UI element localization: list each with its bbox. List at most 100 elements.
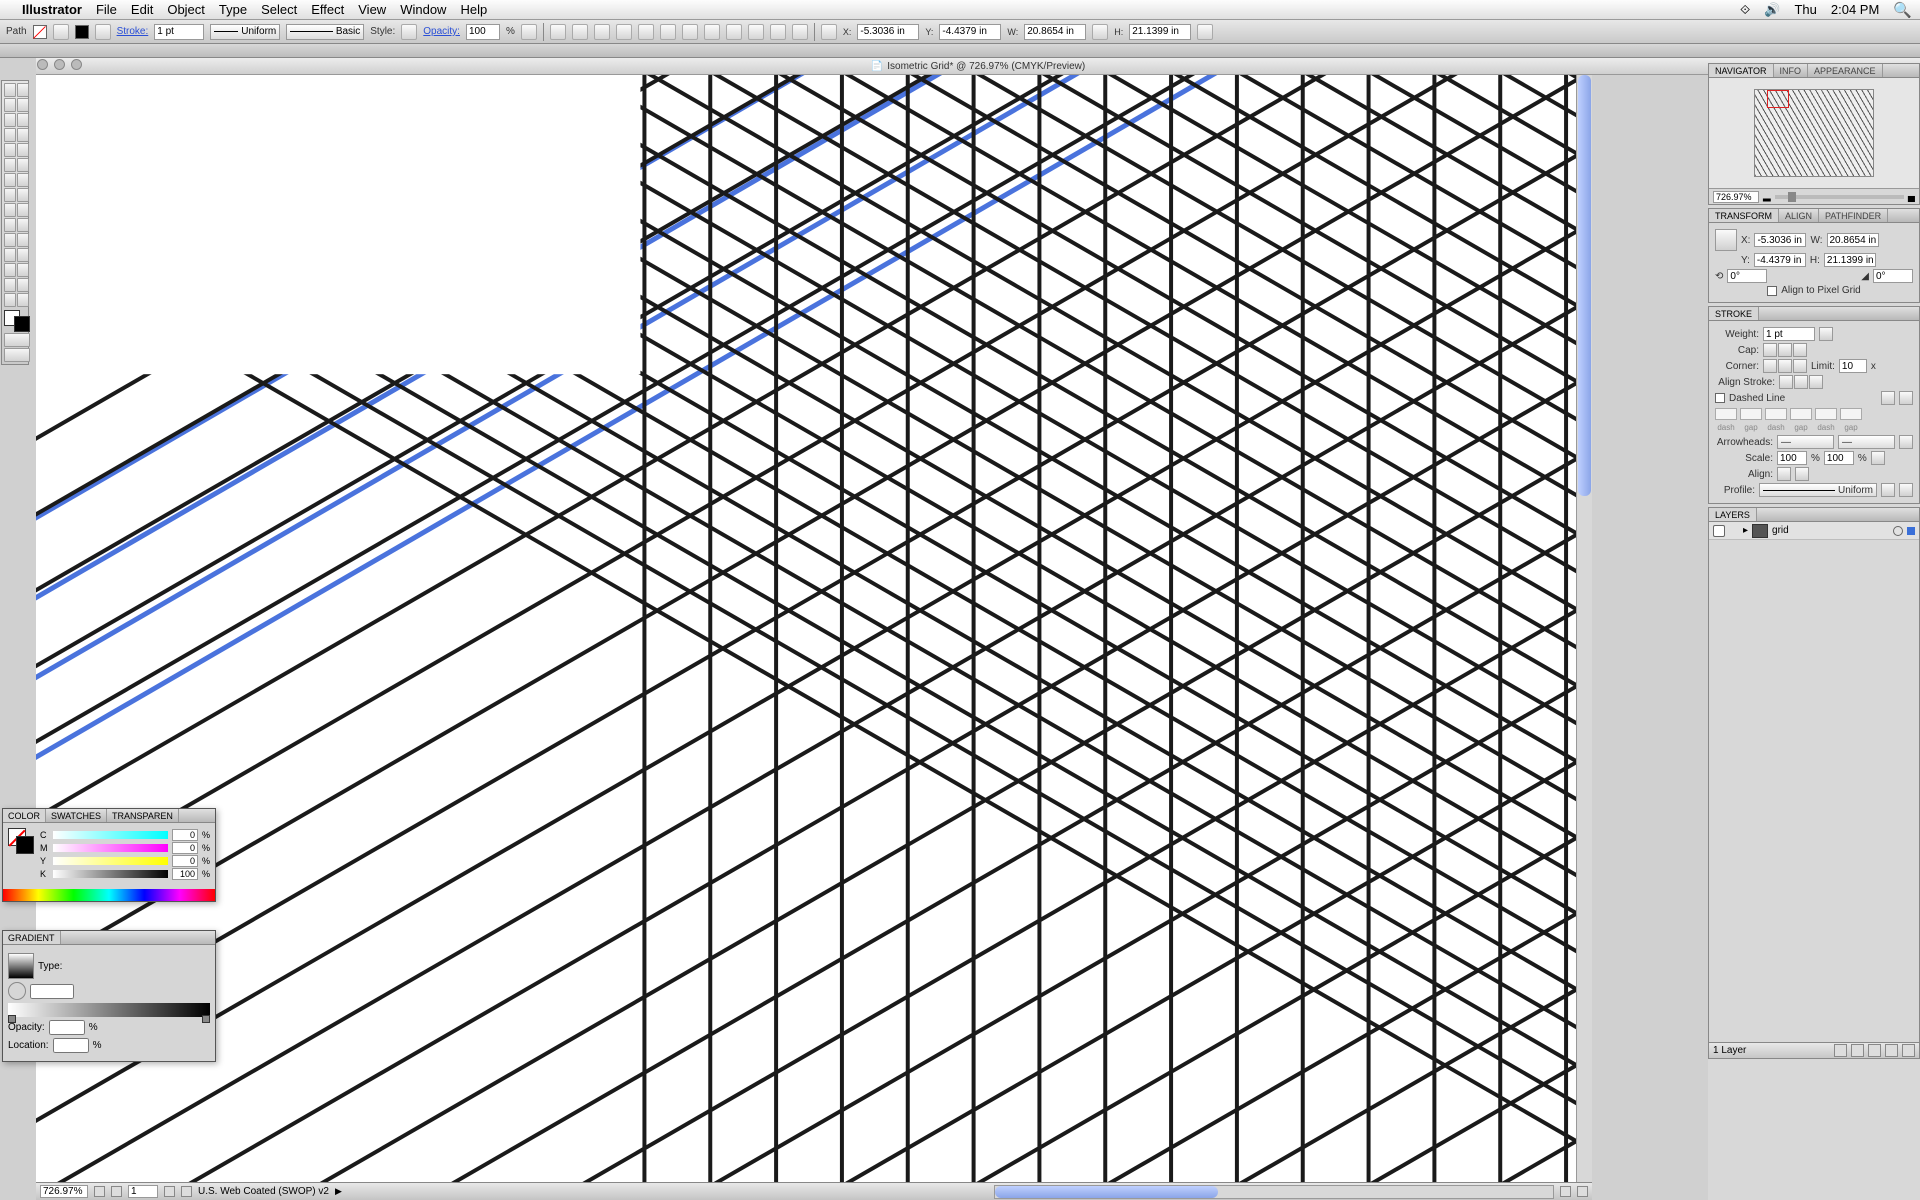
y-field[interactable] — [172, 855, 198, 867]
window-traffic-lights[interactable] — [37, 59, 82, 70]
align-stroke-inside-icon[interactable] — [1794, 375, 1808, 389]
cap-butt-icon[interactable] — [1763, 343, 1777, 357]
fill-dropdown-icon[interactable] — [53, 24, 69, 40]
new-sublayer-icon[interactable] — [1868, 1044, 1881, 1057]
rectangle-tool[interactable] — [4, 143, 16, 157]
gradient-fill-swatch[interactable] — [8, 953, 34, 979]
stroke-weight-field-panel[interactable] — [1763, 327, 1815, 341]
artboard-tool[interactable] — [17, 263, 29, 277]
zoom-field[interactable] — [40, 1185, 88, 1198]
new-layer-icon[interactable] — [1885, 1044, 1898, 1057]
menu-type[interactable]: Type — [219, 2, 247, 17]
arrowhead-end-dropdown[interactable]: — — [1838, 435, 1895, 449]
rotate-field[interactable] — [1727, 269, 1767, 283]
dashed-line-checkbox[interactable] — [1715, 393, 1725, 403]
draw-mode-toggle[interactable] — [4, 333, 30, 347]
column-graph-tool[interactable] — [4, 263, 16, 277]
transform-h-field[interactable] — [1824, 253, 1876, 267]
align-icon-7[interactable] — [682, 24, 698, 40]
mesh-tool[interactable] — [17, 218, 29, 232]
k-field[interactable] — [172, 868, 198, 880]
gradient-ramp[interactable] — [8, 1003, 210, 1017]
recolor-icon[interactable] — [521, 24, 537, 40]
tab-swatches[interactable]: SWATCHES — [46, 809, 107, 822]
opacity-field[interactable] — [466, 24, 500, 40]
artboard-next-icon[interactable] — [164, 1186, 175, 1197]
swap-arrow-icon[interactable] — [1899, 435, 1913, 449]
link-wh-icon[interactable] — [1092, 24, 1108, 40]
flip-along-icon[interactable] — [1899, 483, 1913, 497]
align-icon-1[interactable] — [550, 24, 566, 40]
fill-swatch[interactable] — [33, 25, 47, 39]
arrow-align-1-icon[interactable] — [1777, 467, 1791, 481]
shape-builder-tool[interactable] — [17, 203, 29, 217]
gap-1-field[interactable] — [1740, 408, 1762, 420]
free-transform-tool[interactable] — [4, 203, 16, 217]
tab-info[interactable]: INFO — [1774, 64, 1809, 77]
navigator-zoom-field[interactable] — [1713, 191, 1759, 203]
pen-tool[interactable] — [4, 113, 16, 127]
brush-def-dropdown[interactable]: Basic — [286, 24, 364, 40]
scale-tool[interactable] — [4, 188, 16, 202]
eyedropper-tool[interactable] — [17, 233, 29, 247]
menu-view[interactable]: View — [358, 2, 386, 17]
corner-bevel-icon[interactable] — [1793, 359, 1807, 373]
slice-tool[interactable] — [4, 278, 16, 292]
layer-name[interactable]: grid — [1772, 525, 1789, 536]
shear-field[interactable] — [1873, 269, 1913, 283]
cap-projecting-icon[interactable] — [1793, 343, 1807, 357]
dash-align-1-icon[interactable] — [1881, 391, 1895, 405]
blob-brush-tool[interactable] — [17, 158, 29, 172]
tab-transparency[interactable]: TRANSPAREN — [107, 809, 179, 822]
corner-round-icon[interactable] — [1778, 359, 1792, 373]
spotlight-icon[interactable]: 🔍 — [1893, 1, 1912, 19]
width-tool[interactable] — [17, 188, 29, 202]
document-canvas[interactable] — [36, 75, 1592, 1182]
zoom-out-icon[interactable]: ▂ — [1763, 191, 1771, 202]
clock-time[interactable]: 2:04 PM — [1831, 2, 1879, 17]
magic-wand-tool[interactable] — [4, 98, 16, 112]
tab-stroke[interactable]: STROKE — [1709, 307, 1759, 320]
dropbox-icon[interactable]: ⟐ — [1740, 2, 1750, 18]
rotate-tool[interactable] — [17, 173, 29, 187]
stroke-weight-field[interactable] — [154, 24, 204, 40]
line-tool[interactable] — [17, 128, 29, 142]
zoom-tool[interactable] — [4, 293, 16, 307]
transform-ref-icon[interactable] — [821, 24, 837, 40]
arrow-align-2-icon[interactable] — [1795, 467, 1809, 481]
dash-align-2-icon[interactable] — [1899, 391, 1913, 405]
menu-edit[interactable]: Edit — [131, 2, 153, 17]
k-slider[interactable] — [53, 870, 168, 878]
disclosure-icon[interactable]: ▸ — [1743, 525, 1748, 536]
type-tool[interactable] — [4, 128, 16, 142]
tab-layers[interactable]: LAYERS — [1709, 508, 1757, 521]
menu-file[interactable]: File — [96, 2, 117, 17]
menu-object[interactable]: Object — [167, 2, 205, 17]
locate-object-icon[interactable] — [1834, 1044, 1847, 1057]
pencil-tool[interactable] — [4, 158, 16, 172]
align-icon-11[interactable] — [770, 24, 786, 40]
link-scale-icon[interactable] — [1871, 451, 1885, 465]
align-icon-12[interactable] — [792, 24, 808, 40]
tab-appearance[interactable]: APPEARANCE — [1808, 64, 1883, 77]
delete-layer-icon[interactable] — [1902, 1044, 1915, 1057]
tab-navigator[interactable]: NAVIGATOR — [1709, 64, 1774, 77]
tab-pathfinder[interactable]: PATHFINDER — [1819, 209, 1888, 222]
zoom-in-icon[interactable]: ▄ — [1908, 191, 1915, 202]
artboard-last-icon[interactable] — [181, 1186, 192, 1197]
color-profile-label[interactable]: U.S. Web Coated (SWOP) v2 — [198, 1186, 329, 1197]
arrowhead-start-dropdown[interactable]: — — [1777, 435, 1834, 449]
hand-tool[interactable] — [17, 278, 29, 292]
transform-x-field[interactable] — [1754, 233, 1806, 247]
menu-window[interactable]: Window — [400, 2, 446, 17]
gradient-angle-field[interactable] — [30, 984, 74, 999]
dash-2-field[interactable] — [1765, 408, 1787, 420]
visibility-toggle-icon[interactable] — [1713, 525, 1725, 537]
y-slider[interactable] — [53, 857, 168, 865]
menu-select[interactable]: Select — [261, 2, 297, 17]
c-field[interactable] — [172, 829, 198, 841]
selection-tool[interactable] — [4, 83, 16, 97]
stroke-swatch[interactable] — [75, 25, 89, 39]
add-anchor-tool[interactable] — [17, 113, 29, 127]
blend-tool[interactable] — [4, 248, 16, 262]
